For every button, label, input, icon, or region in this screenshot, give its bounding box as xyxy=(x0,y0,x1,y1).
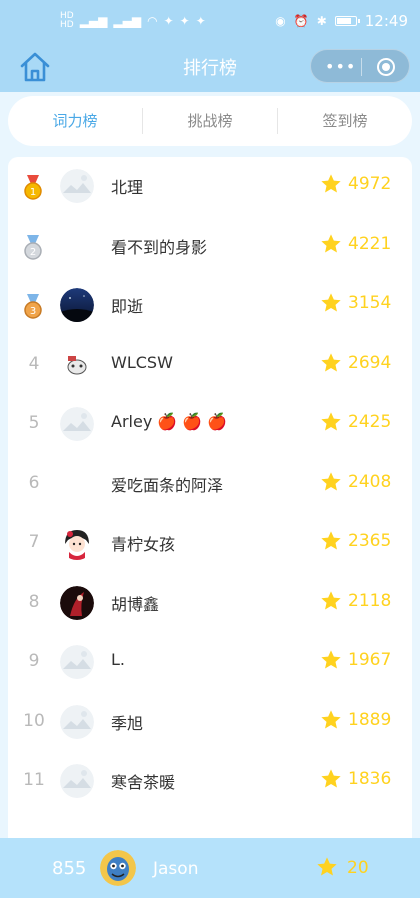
hd-signal-icon: HD HD xyxy=(60,11,74,30)
leaderboard-row[interactable]: 8 胡博鑫 2118 xyxy=(8,574,412,634)
wifi-icon: ◠ xyxy=(147,14,158,28)
leaderboard-row[interactable]: 1 北理 4972 xyxy=(8,157,412,217)
rank-number: 6 xyxy=(28,472,40,493)
leaderboard-row[interactable]: 11 寒舍茶暖 1836 xyxy=(8,752,412,812)
status-bar: HD HD ▂▄▆ ▂▄▆ ◠ ✦ ✦ ✦ ◉ ⏰ ✱ 12:49 xyxy=(0,0,420,44)
player-name: 胡博鑫 xyxy=(111,594,160,614)
avatar xyxy=(60,764,94,798)
star-icon xyxy=(321,233,341,253)
avatar xyxy=(60,407,94,441)
avatar xyxy=(60,526,94,560)
player-name: 看不到的身影 xyxy=(111,237,208,257)
svg-text:3: 3 xyxy=(30,306,36,317)
rank-number: 5 xyxy=(28,413,40,433)
tab-bar: 词力榜 挑战榜 签到榜 xyxy=(8,96,412,146)
player-name: 爱吃面条的阿泽 xyxy=(111,475,224,495)
gold-medal-icon: 1 xyxy=(24,175,42,200)
close-target-icon[interactable] xyxy=(377,58,395,76)
leaderboard-row[interactable]: 6 爱吃面条的阿泽 2408 xyxy=(8,455,412,515)
star-icon xyxy=(321,709,341,729)
rank-number: 10 xyxy=(23,710,45,731)
notification-icon: ✦ xyxy=(195,14,206,28)
tab-word-power[interactable]: 词力榜 xyxy=(8,108,142,134)
player-name: L. xyxy=(111,650,125,669)
status-time: 12:49 xyxy=(364,12,408,30)
player-score: 1967 xyxy=(348,650,392,670)
tab-challenge[interactable]: 挑战榜 xyxy=(142,108,277,134)
bluetooth-icon: ✱ xyxy=(316,14,327,28)
my-rank-bar: 855 Jason 20 xyxy=(0,838,420,898)
notification-icon: ✦ xyxy=(163,14,174,28)
silver-medal-icon: 2 xyxy=(24,234,42,260)
player-score: 1836 xyxy=(348,769,392,789)
tab-checkin[interactable]: 签到榜 xyxy=(277,108,412,134)
my-name: Jason xyxy=(153,859,199,879)
rank-number: 4 xyxy=(28,353,40,374)
star-icon xyxy=(321,590,341,610)
star-icon xyxy=(321,471,341,491)
player-name: 北理 xyxy=(111,178,144,197)
player-score: 2118 xyxy=(348,590,392,611)
svg-text:1: 1 xyxy=(30,187,36,198)
more-icon[interactable]: ••• xyxy=(325,58,356,76)
rank-number: 9 xyxy=(28,651,40,671)
player-name: 寒舍茶暖 xyxy=(111,773,176,792)
my-avatar xyxy=(100,850,136,886)
avatar xyxy=(60,645,94,679)
player-score: 2694 xyxy=(348,352,392,373)
player-name: 即逝 xyxy=(111,297,144,316)
avatar xyxy=(60,288,94,322)
avatar xyxy=(60,704,94,739)
star-icon xyxy=(317,857,337,876)
bronze-medal-icon: 3 xyxy=(24,294,42,319)
eye-icon: ◉ xyxy=(275,14,286,28)
player-score: 4972 xyxy=(348,174,392,194)
capsule-divider xyxy=(361,58,362,76)
my-rank-number: 855 xyxy=(52,858,87,879)
navigation-bar: 排行榜 ••• xyxy=(0,44,420,90)
avatar xyxy=(60,585,94,620)
player-name: 青柠女孩 xyxy=(111,535,176,554)
player-score: 2408 xyxy=(348,471,392,492)
player-name: 季旭 xyxy=(111,713,144,733)
svg-text:2: 2 xyxy=(30,247,36,258)
rank-number: 8 xyxy=(28,591,40,612)
signal-icon: ▂▄▆ xyxy=(79,14,108,28)
leaderboard-row[interactable]: 3 即逝 3154 xyxy=(8,276,412,336)
player-name: WLCSW xyxy=(111,352,173,372)
my-score: 20 xyxy=(347,858,369,878)
player-score: 2365 xyxy=(348,531,392,551)
star-icon xyxy=(321,293,341,312)
leaderboard-list: 1 北理 4972 2 看不到的身影 4221 3 即逝 3154 4 WLCS… xyxy=(8,157,412,898)
leaderboard-row[interactable]: 5 Arley 🍎 🍎 🍎 2425 xyxy=(8,395,412,455)
star-icon xyxy=(321,352,341,372)
player-score: 4221 xyxy=(348,233,392,254)
status-left-icons: HD HD ▂▄▆ ▂▄▆ ◠ ✦ ✦ ✦ xyxy=(60,12,206,30)
star-icon xyxy=(321,174,341,193)
avatar xyxy=(60,169,94,203)
player-score: 3154 xyxy=(348,293,392,313)
miniprogram-capsule: ••• xyxy=(310,49,410,83)
star-icon xyxy=(321,412,341,431)
star-icon xyxy=(321,650,341,669)
player-score: 1889 xyxy=(348,709,392,730)
alarm-icon: ⏰ xyxy=(293,14,309,28)
avatar xyxy=(60,347,94,382)
leaderboard-row[interactable]: 2 看不到的身影 4221 xyxy=(8,217,412,277)
player-name: Arley 🍎 🍎 🍎 xyxy=(111,412,228,431)
player-score: 2425 xyxy=(348,412,392,432)
status-right-icons: ◉ ⏰ ✱ 12:49 xyxy=(275,12,408,30)
notification-icon: ✦ xyxy=(179,14,190,28)
star-icon xyxy=(321,531,341,550)
rank-number: 11 xyxy=(23,770,45,790)
leaderboard-row[interactable]: 7 青柠女孩 2365 xyxy=(8,514,412,574)
leaderboard-row[interactable]: 4 WLCSW 2694 xyxy=(8,336,412,396)
signal-icon: ▂▄▆ xyxy=(113,14,142,28)
star-icon xyxy=(321,769,341,788)
leaderboard-row[interactable]: 9 L. 1967 xyxy=(8,633,412,693)
battery-icon xyxy=(334,16,360,26)
leaderboard-row[interactable]: 10 季旭 1889 xyxy=(8,693,412,753)
rank-number: 7 xyxy=(28,532,40,552)
